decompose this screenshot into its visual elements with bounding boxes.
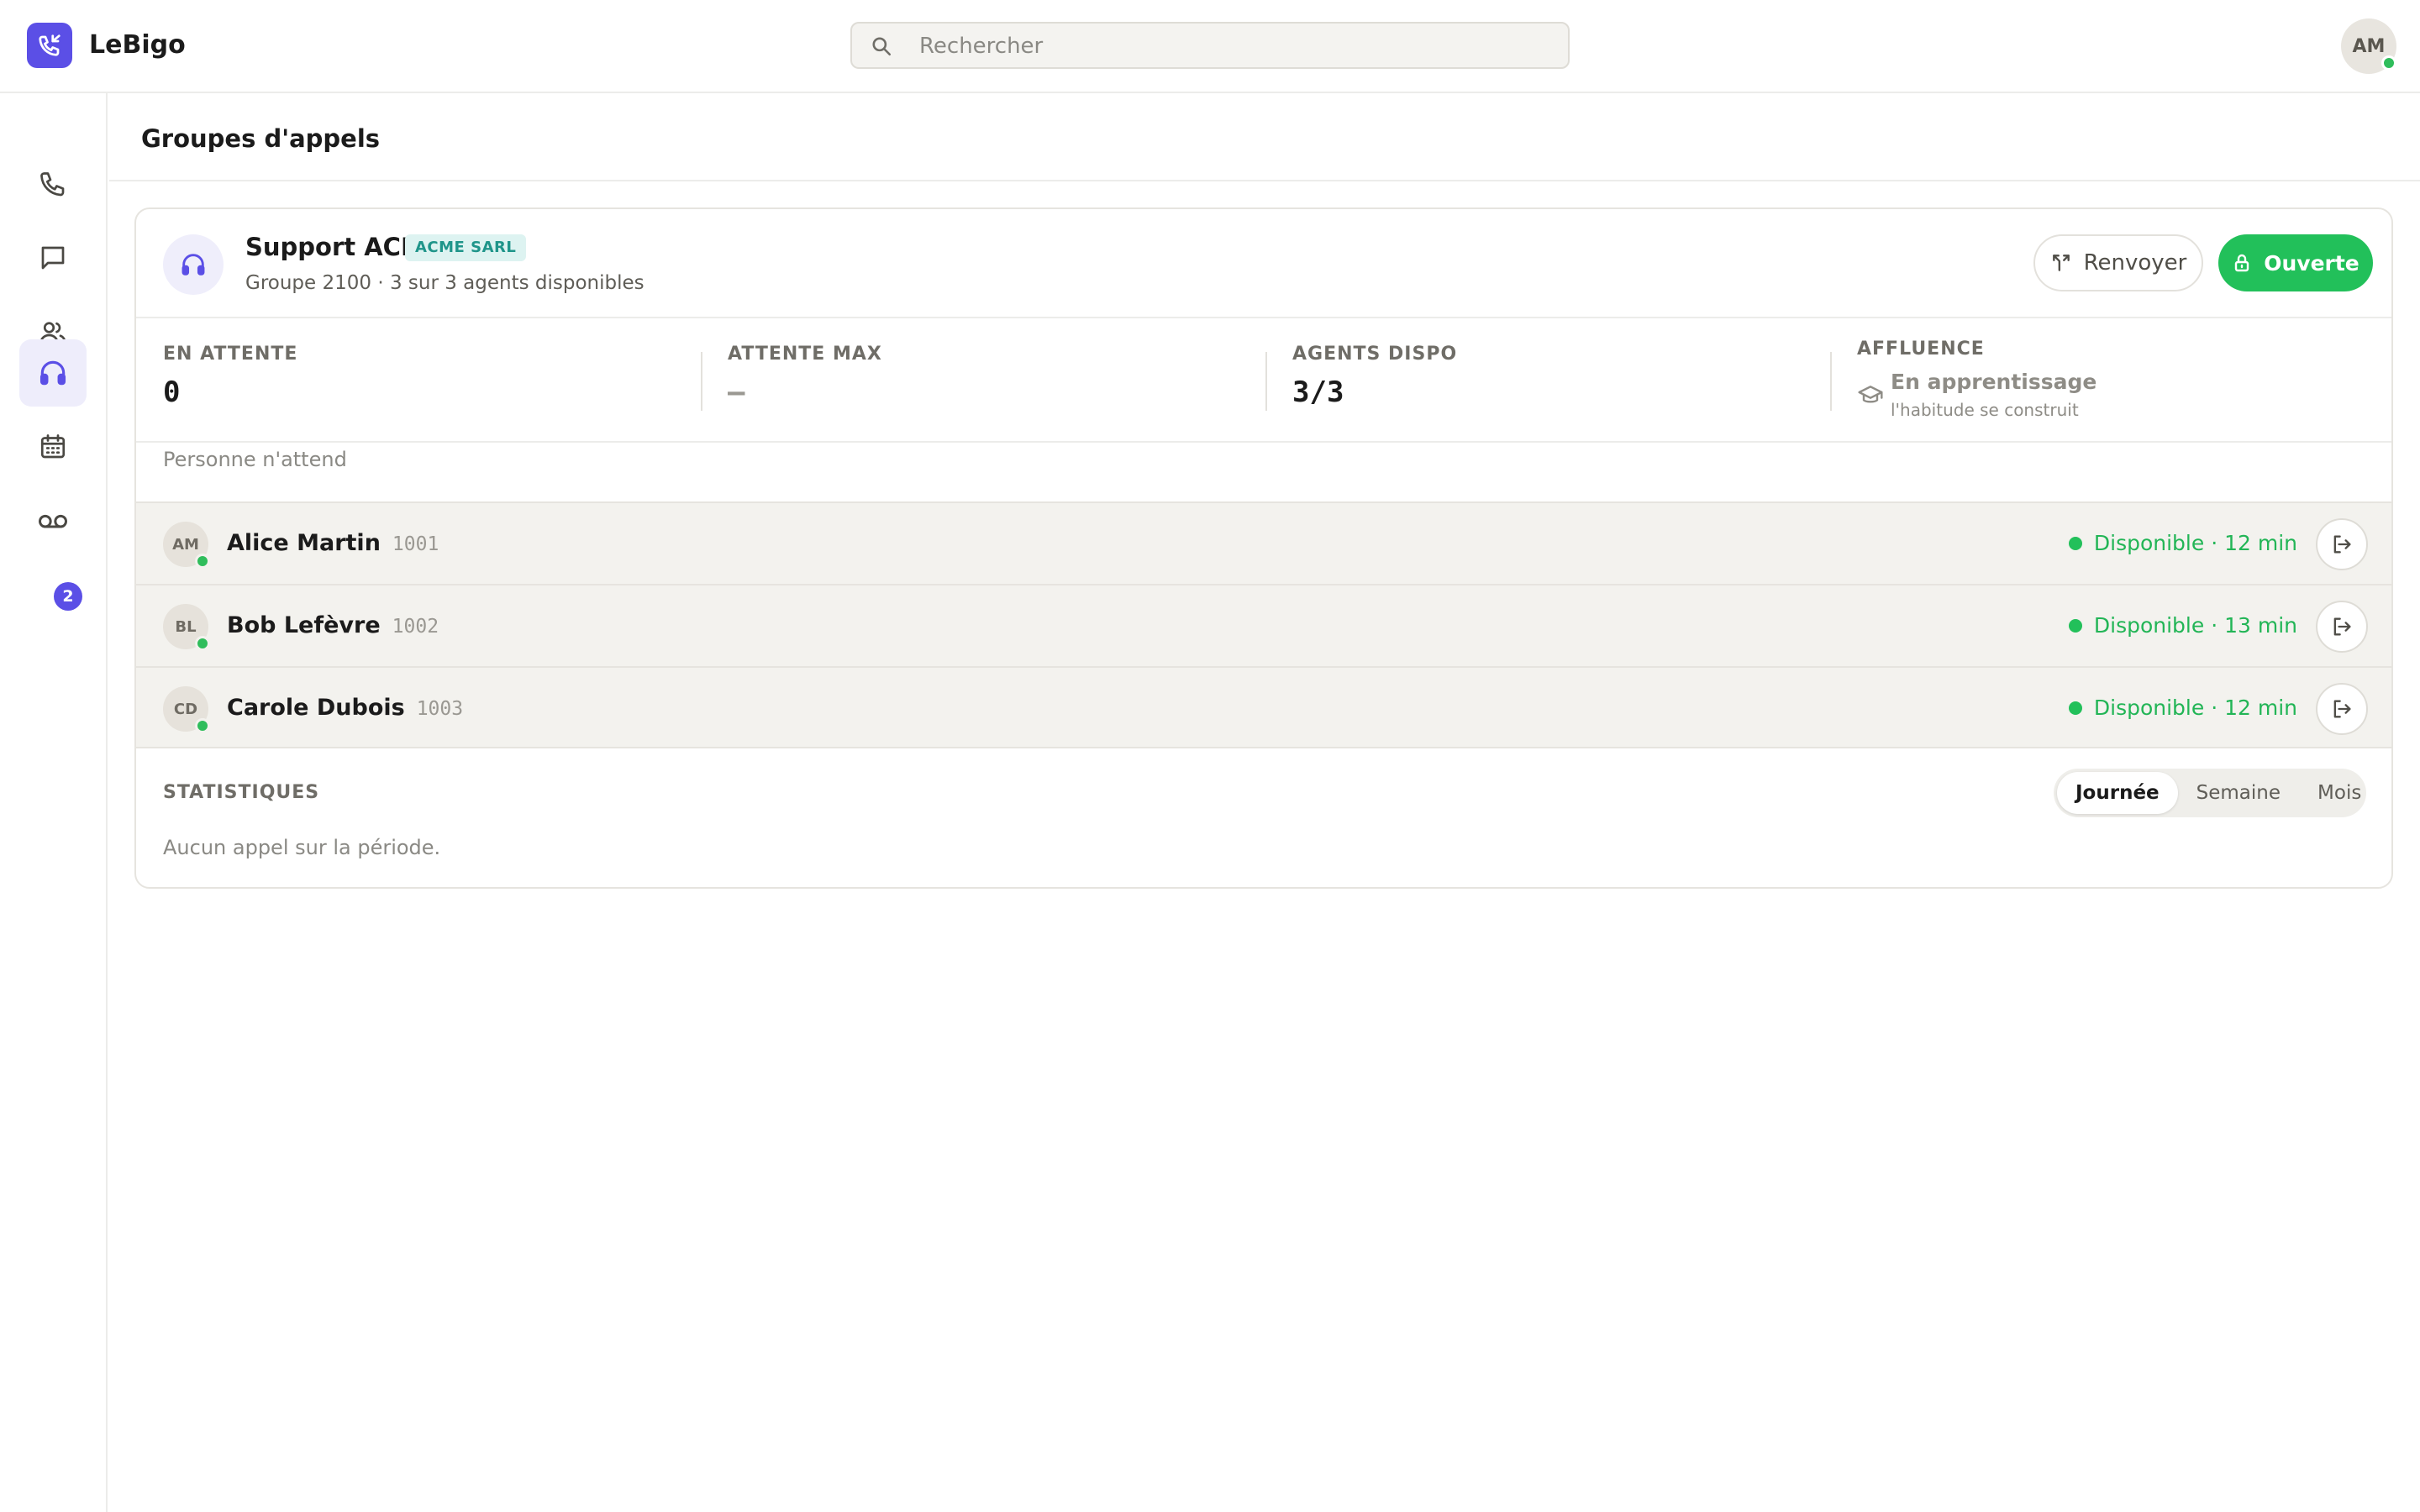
period-week[interactable]: Semaine: [2178, 772, 2299, 814]
statistics-section: STATISTIQUES Journée Semaine Mois Aucun …: [136, 750, 2391, 887]
agent-logout-button[interactable]: [2316, 518, 2368, 570]
stat-agents-value: 3/3: [1292, 375, 1344, 409]
group-avatar: [163, 234, 224, 295]
agent-row[interactable]: BL Bob Lefèvre 1002 Disponible · 13 min: [136, 584, 2391, 666]
agent-name: Bob Lefèvre 1002: [227, 611, 439, 642]
forward-label: Renvoyer: [2083, 250, 2187, 276]
agent-status: Disponible · 12 min: [2068, 695, 2297, 722]
group-name: Support ACD: [245, 233, 422, 261]
phone-call-icon: [39, 34, 60, 56]
agent-avatar: CD: [163, 686, 210, 733]
user-initials: AM: [2352, 35, 2386, 57]
search-placeholder: Rechercher: [919, 34, 1044, 59]
stat-max-wait: ATTENTE MAX —: [701, 318, 1265, 443]
statistics-empty-text: Aucun appel sur la période.: [163, 836, 441, 859]
calendar-icon: [40, 434, 66, 459]
logout-icon: [2333, 700, 2351, 718]
agent-name-text: Carole Dubois: [227, 695, 405, 721]
agent-extension: 1001: [392, 533, 439, 555]
agent-avatar: BL: [163, 604, 210, 651]
period-day[interactable]: Journée: [2057, 772, 2178, 814]
agent-extension: 1003: [416, 698, 464, 720]
affluence-title: En apprentissage: [1891, 370, 2097, 394]
stat-agents: AGENTS DISPO 3/3: [1265, 318, 1830, 443]
agent-row[interactable]: AM Alice Martin 1001 Disponible · 12 min: [136, 501, 2391, 584]
search-input[interactable]: Rechercher: [850, 22, 1570, 69]
stat-waiting-value: 0: [163, 375, 181, 409]
agent-initials: BL: [175, 617, 197, 636]
agent-name: Alice Martin 1001: [227, 528, 439, 559]
status-dot: [2068, 701, 2082, 715]
lock-open-icon: [2235, 254, 2249, 272]
agent-name: Carole Dubois 1003: [227, 693, 463, 724]
forward-split-icon: [2052, 255, 2070, 271]
period-month[interactable]: Mois: [2299, 772, 2380, 814]
headset-icon: [182, 254, 205, 276]
agent-name-text: Bob Lefèvre: [227, 612, 381, 638]
user-avatar[interactable]: AM: [2341, 18, 2396, 74]
page-title: Groupes d'appels: [141, 124, 381, 153]
stat-agents-label: AGENTS DISPO: [1292, 344, 1458, 365]
agent-initials: CD: [173, 700, 198, 718]
sidebar-item-calls[interactable]: [19, 151, 87, 218]
sidebar-item-calendar[interactable]: [19, 413, 87, 480]
group-subtitle: Groupe 2100 · 3 sur 3 agents disponibles: [245, 272, 644, 294]
status-dot: [2068, 537, 2082, 550]
agent-list: AM Alice Martin 1001 Disponible · 12 min …: [136, 501, 2391, 748]
agent-avatar: AM: [163, 522, 210, 569]
agent-status-text: Disponible · 12 min: [2093, 531, 2297, 555]
period-selector: Journée Semaine Mois: [2054, 769, 2366, 817]
queue-empty-text: Personne n'attend: [163, 448, 347, 471]
stat-affluence: AFFLUENCE En apprentissage l'habitude se…: [1830, 318, 2391, 443]
status-dot: [2068, 619, 2082, 633]
agent-status-text: Disponible · 12 min: [2093, 696, 2297, 720]
voicemail-badge: 2: [54, 582, 82, 611]
logout-icon: [2333, 617, 2351, 636]
voicemail-icon: [39, 514, 67, 528]
open-status-button[interactable]: Ouverte: [2218, 234, 2373, 291]
presence-dot: [195, 554, 210, 569]
top-bar: LeBigo Rechercher AM: [0, 0, 2420, 93]
logout-icon: [2333, 535, 2351, 554]
chat-icon: [41, 246, 65, 270]
card-header: Support ACD ACME SARL Groupe 2100 · 3 su…: [136, 209, 2391, 318]
headset-icon: [39, 360, 66, 386]
sidebar-item-voicemail[interactable]: [19, 486, 87, 554]
call-group-card: Support ACD ACME SARL Groupe 2100 · 3 su…: [134, 207, 2393, 889]
graduation-cap-icon: [1858, 386, 1883, 403]
agent-row[interactable]: CD Carole Dubois 1003 Disponible · 12 min: [136, 666, 2391, 748]
search-icon: [872, 37, 892, 56]
presence-dot: [195, 718, 210, 733]
agent-logout-button[interactable]: [2316, 683, 2368, 735]
page-header: Groupes d'appels: [109, 93, 2420, 181]
company-tag: ACME SARL: [405, 234, 527, 261]
phone-icon: [40, 172, 65, 197]
agent-logout-button[interactable]: [2316, 601, 2368, 653]
presence-dot: [195, 636, 210, 651]
affluence-subtitle: l'habitude se construit: [1891, 400, 2079, 420]
stat-maxwait-value: —: [728, 375, 745, 409]
statistics-title: STATISTIQUES: [163, 782, 320, 803]
sidebar-item-call-groups[interactable]: [19, 339, 87, 407]
sidebar: 2: [0, 93, 108, 1512]
app-logo[interactable]: [27, 23, 72, 68]
agent-extension: 1002: [392, 616, 439, 638]
app-title: LeBigo: [89, 30, 186, 60]
presence-dot: [2381, 55, 2396, 71]
stat-waiting-label: EN ATTENTE: [163, 344, 298, 365]
agent-status: Disponible · 13 min: [2068, 612, 2297, 639]
queue-stats: EN ATTENTE 0 ATTENTE MAX — AGENTS DISPO …: [136, 318, 2391, 443]
forward-button[interactable]: Renvoyer: [2033, 234, 2203, 291]
stat-affluence-label: AFFLUENCE: [1857, 339, 1985, 360]
stat-waiting: EN ATTENTE 0: [136, 318, 701, 443]
sidebar-item-messages[interactable]: [19, 224, 87, 291]
agent-initials: AM: [172, 535, 199, 554]
agent-status: Disponible · 12 min: [2068, 530, 2297, 557]
agent-name-text: Alice Martin: [227, 530, 381, 556]
agent-status-text: Disponible · 13 min: [2093, 613, 2297, 638]
stat-maxwait-label: ATTENTE MAX: [728, 344, 882, 365]
open-label: Ouverte: [2264, 250, 2360, 276]
